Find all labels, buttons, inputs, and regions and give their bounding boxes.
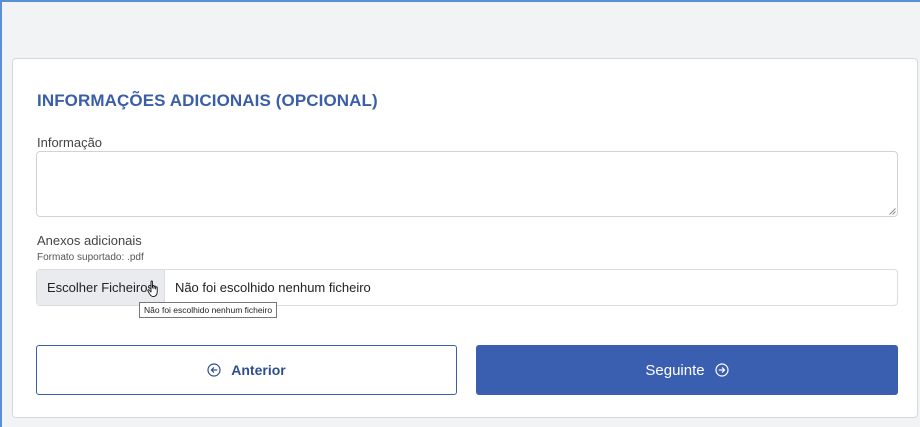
previous-button-label: Anterior xyxy=(231,362,286,378)
file-status-text: Não foi escolhido nenhum ficheiro xyxy=(174,280,371,295)
info-label: Informação xyxy=(37,135,103,150)
circle-arrow-left-icon xyxy=(207,363,221,377)
additional-info-card: INFORMAÇÕES ADICIONAIS (OPCIONAL) Inform… xyxy=(12,58,918,418)
section-title: INFORMAÇÕES ADICIONAIS (OPCIONAL) xyxy=(37,91,378,110)
attachments-label: Anexos adicionais xyxy=(37,233,142,248)
resize-grip-icon[interactable] xyxy=(889,208,896,215)
circle-arrow-right-icon xyxy=(715,363,729,377)
choose-files-button[interactable]: Escolher Ficheiros xyxy=(37,270,165,305)
next-button-label: Seguinte xyxy=(645,361,705,379)
previous-button[interactable]: Anterior xyxy=(36,345,457,395)
file-input[interactable]: Escolher Ficheiros Não foi escolhido nen… xyxy=(36,269,898,306)
info-textarea[interactable] xyxy=(36,151,898,217)
next-button[interactable]: Seguinte xyxy=(476,345,898,395)
supported-format-hint: Formato suportado: .pdf xyxy=(37,252,144,263)
file-input-tooltip: Não foi escolhido nenhum ficheiro xyxy=(139,302,278,318)
hand-pointer-icon xyxy=(147,280,158,297)
